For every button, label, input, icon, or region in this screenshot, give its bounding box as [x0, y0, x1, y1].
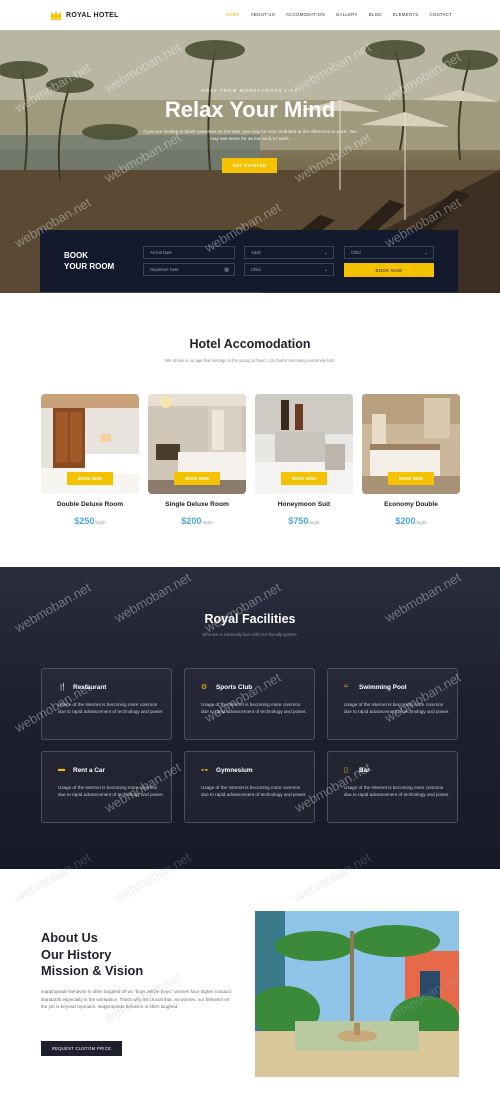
departure-date-placeholder: Departure Date	[150, 267, 179, 272]
bar-icon: ▯	[344, 767, 348, 774]
room-price: $200/night	[362, 511, 460, 529]
facility-card-swimming-pool[interactable]: ≈ Swimming Pool Usage of the Internet is…	[327, 668, 458, 740]
facility-description: Usage of the Internet is becoming more c…	[344, 785, 450, 798]
hero-subtitle: AWAY FROM MONOTONOUS LIFE	[201, 88, 299, 93]
room-price: $250/night	[41, 511, 139, 529]
calendar-icon: ▦	[224, 267, 229, 273]
child-select[interactable]: Child ⌄	[244, 263, 334, 276]
facility-title: Rent a Car	[73, 767, 105, 774]
main-nav: HOME ABOUT US ACCOMODATION GALLERY BLOG …	[226, 12, 452, 17]
site-header: ROYAL HOTEL HOME ABOUT US ACCOMODATION G…	[0, 0, 500, 30]
facility-description: Usage of the Internet is becoming more c…	[58, 785, 164, 798]
facility-title: Restaurant	[73, 684, 107, 691]
hero-description: If you are looking at blank cassettes on…	[143, 129, 357, 142]
room-name: Double Deluxe Room	[56, 501, 124, 508]
bicycle-icon: ⚙	[201, 684, 208, 691]
room-card: BOOK NOW Honeymoon Suit $750/night	[255, 394, 353, 529]
logo-text: ROYAL HOTEL	[66, 11, 119, 19]
room-name: Economy Double	[384, 501, 438, 508]
room-price: $200/night	[148, 511, 246, 529]
about-image	[255, 911, 459, 1077]
child-placeholder: Child	[251, 267, 261, 272]
room-price-unit: /night	[94, 520, 106, 525]
arrival-date-placeholder: Arrival Date	[150, 250, 172, 255]
room-price-unit: /night	[308, 520, 320, 525]
about-description: inappropriate behavior is often laughed …	[41, 989, 231, 1010]
booking-title-line2: YOUR ROOM	[64, 261, 115, 271]
room-book-now-button[interactable]: BOOK NOW	[388, 472, 434, 485]
facility-title: Bar	[359, 767, 370, 774]
room-price-unit: /night	[415, 520, 427, 525]
book-now-button[interactable]: BOOK NOW	[344, 263, 434, 277]
accommodation-title: Hotel Accomodation	[189, 337, 311, 351]
facilities-title: Royal Facilities	[204, 612, 296, 626]
room-name: Single Deluxe Room	[165, 501, 229, 508]
child-select-2[interactable]: Child ⌄	[344, 246, 434, 259]
hero-title: Relax Your Mind	[164, 97, 336, 122]
logo[interactable]: ROYAL HOTEL	[50, 9, 119, 21]
room-price-amount: $200	[181, 516, 202, 526]
child-placeholder-2: Child	[351, 250, 361, 255]
car-icon: ▬	[58, 766, 65, 773]
facility-card-gymnesium[interactable]: ⊶ Gymnesium Usage of the Internet is bec…	[184, 751, 315, 823]
facility-card-sports-club[interactable]: ⚙ Sports Club Usage of the Internet is b…	[184, 668, 315, 740]
nav-gallery[interactable]: GALLERY	[336, 12, 358, 17]
adult-placeholder: Adult	[251, 250, 261, 255]
crown-icon	[51, 11, 61, 20]
room-book-now-button[interactable]: BOOK NOW	[174, 472, 220, 485]
facilities-subtitle: Who are in extremely love with eco frien…	[202, 632, 298, 637]
room-book-now-button[interactable]: BOOK NOW	[67, 472, 113, 485]
about-title-line3: Mission & Vision	[41, 963, 144, 979]
room-price-amount: $750	[288, 516, 309, 526]
chevron-down-icon: ⌄	[323, 267, 328, 273]
about-title-line1: About Us	[41, 930, 98, 945]
facility-title: Sports Club	[216, 684, 253, 691]
about-title-line2: Our History	[41, 946, 112, 962]
facilities-section: Royal Facilities Who are in extremely lo…	[0, 567, 500, 869]
room-card: BOOK NOW Economy Double $200/night	[362, 394, 460, 529]
pool-icon: ≈	[344, 683, 348, 690]
about-title: About Us Our History Mission & Vision	[41, 930, 143, 980]
facility-description: Usage of the Internet is becoming more c…	[201, 785, 307, 798]
facility-title: Swimming Pool	[359, 684, 407, 691]
facility-description: Usage of the Internet is becoming more c…	[344, 702, 450, 715]
room-card: BOOK NOW Single Deluxe Room $200/night	[148, 394, 246, 529]
room-price-unit: /night	[201, 520, 213, 525]
room-card: BOOK NOW Double Deluxe Room $250/night	[41, 394, 139, 529]
chevron-down-icon: ⌄	[323, 250, 328, 256]
nav-blog[interactable]: BLOG	[369, 12, 382, 17]
chevron-down-icon: ⌄	[423, 250, 428, 256]
facility-card-bar[interactable]: ▯ Bar Usage of the Internet is becoming …	[327, 751, 458, 823]
room-image[interactable]: BOOK NOW	[362, 394, 460, 494]
room-name: Honeymoon Suit	[277, 501, 331, 508]
room-image[interactable]: BOOK NOW	[255, 394, 353, 494]
room-price: $750/night	[255, 511, 353, 529]
facility-title: Gymnesium	[216, 767, 253, 774]
get-started-button[interactable]: GET STARTED	[222, 158, 277, 173]
facility-card-rent-a-car[interactable]: ▬ Rent a Car Usage of the Internet is be…	[41, 751, 172, 823]
accommodation-subtitle: We all live in an age that belongs to th…	[164, 358, 336, 363]
booking-title: BOOK YOUR ROOM	[64, 251, 114, 273]
room-price-amount: $250	[74, 516, 95, 526]
nav-contact[interactable]: CONTACT	[429, 12, 452, 17]
room-image[interactable]: BOOK NOW	[148, 394, 246, 494]
restaurant-icon: 🍴	[58, 684, 67, 691]
room-image[interactable]: BOOK NOW	[41, 394, 139, 494]
nav-accomodation[interactable]: ACCOMODATION	[286, 12, 325, 17]
request-custom-price-button[interactable]: REQUEST CUSTOM PRICE	[41, 1041, 122, 1056]
room-price-amount: $200	[395, 516, 416, 526]
booking-form: BOOK YOUR ROOM Arrival Date Departure Da…	[40, 230, 458, 292]
booking-title-line1: BOOK	[64, 251, 88, 260]
departure-date-field[interactable]: Departure Date ▦	[143, 263, 235, 276]
nav-home[interactable]: HOME	[226, 12, 240, 17]
nav-about-us[interactable]: ABOUT US	[251, 12, 275, 17]
facility-description: Usage of the Internet is becoming more c…	[201, 702, 307, 715]
arrival-date-field[interactable]: Arrival Date	[143, 246, 235, 259]
dumbbell-icon: ⊶	[201, 767, 208, 774]
facility-card-restaurant[interactable]: 🍴 Restaurant Usage of the Internet is be…	[41, 668, 172, 740]
facility-description: Usage of the Internet is becoming more c…	[58, 702, 164, 715]
nav-elements[interactable]: ELEMENTS	[393, 12, 419, 17]
room-book-now-button[interactable]: BOOK NOW	[281, 472, 327, 485]
adult-select[interactable]: Adult ⌄	[244, 246, 334, 259]
